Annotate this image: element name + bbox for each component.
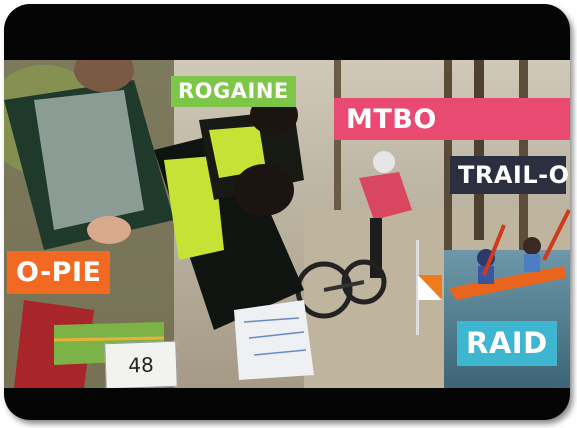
rogaine-label: ROGAINE [171, 76, 296, 107]
race-bib-number: 48 [104, 340, 178, 388]
video-thumbnail-frame[interactable]: ROGAINE MTBO TRAIL-O O-PIE RAID 48 [4, 4, 570, 420]
trail-o-label: TRAIL-O [450, 156, 569, 194]
o-pie-label: O-PIE [7, 251, 111, 294]
orienteering-collage-photo: ROGAINE MTBO TRAIL-O O-PIE RAID 48 [4, 60, 570, 388]
mtbo-label: MTBO [334, 98, 570, 140]
raid-label: RAID [457, 321, 557, 366]
